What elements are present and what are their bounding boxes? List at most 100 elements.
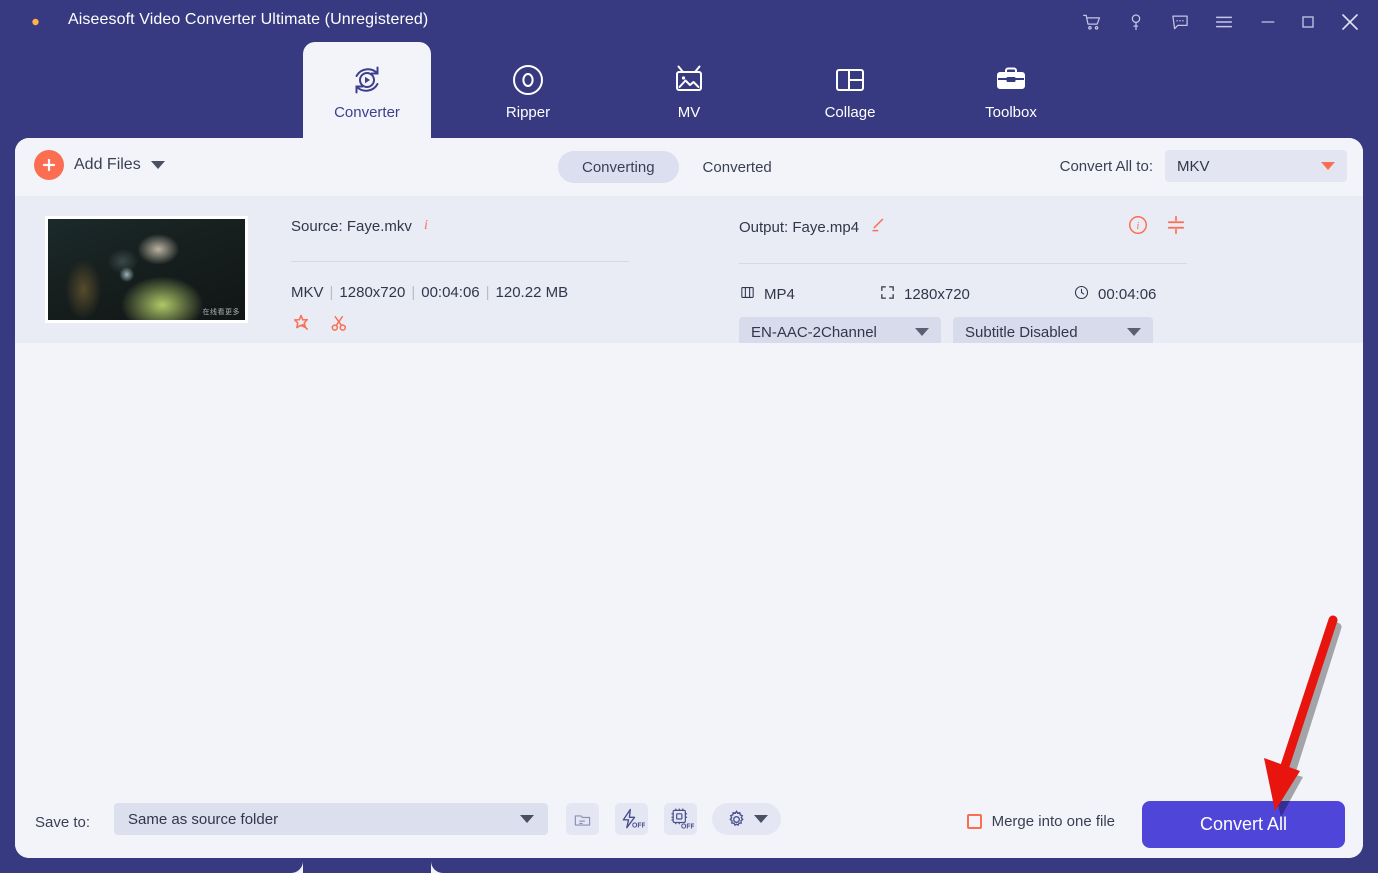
source-filesize: 120.22 MB: [495, 284, 569, 301]
close-icon[interactable]: [1336, 8, 1364, 36]
output-duration: 00:04:06: [1098, 285, 1157, 303]
minimize-icon[interactable]: [1254, 8, 1282, 36]
main-nav: Converter Ripper MV Collage Toolbox: [0, 42, 1378, 138]
hardware-acceleration-button[interactable]: OFF: [615, 803, 648, 835]
output-resolution: 1280x720: [904, 285, 970, 303]
source-title-row: Source: Faye.mkv i: [291, 216, 629, 236]
output-format: MP4: [764, 285, 795, 303]
toolbox-icon: [992, 58, 1030, 102]
film-icon: [739, 284, 756, 305]
tab-converted[interactable]: Converted: [679, 151, 796, 183]
source-info: Source: Faye.mkv i MKV | 1280x720 | 00:0…: [291, 216, 629, 338]
merge-into-one-file-checkbox[interactable]: Merge into one file: [966, 813, 1115, 830]
mv-icon: [670, 58, 708, 102]
comment-icon[interactable]: [1166, 8, 1194, 36]
nav-tab-label: Collage: [824, 104, 876, 121]
cart-icon[interactable]: [1078, 8, 1106, 36]
converter-toolbar: Add Files Converting Converted Convert A…: [15, 138, 1363, 196]
source-action-icons: [291, 313, 629, 338]
video-thumbnail[interactable]: 在线看更多: [45, 216, 248, 323]
window-title: Aiseesoft Video Converter Ultimate (Unre…: [68, 11, 429, 28]
save-to-value: Same as source folder: [128, 810, 279, 828]
app-window: Aiseesoft Video Converter Ultimate (Unre…: [0, 0, 1378, 873]
maximize-icon[interactable]: [1294, 8, 1322, 36]
convert-all-to-value: MKV: [1177, 157, 1210, 175]
output-duration-group: 00:04:06: [1073, 284, 1156, 305]
save-to-label: Save to:: [35, 814, 91, 831]
thumbnail-watermark: 在线看更多: [202, 309, 240, 317]
meta-separator: |: [485, 284, 490, 301]
source-filename: Source: Faye.mkv: [291, 217, 412, 235]
plus-icon: [34, 150, 64, 180]
bottom-bar: Save to: Same as source folder OFF OFF M…: [15, 791, 1363, 858]
svg-text:i: i: [424, 218, 428, 232]
output-resolution-group: 1280x720: [879, 284, 970, 305]
convert-all-to-label: Convert All to:: [1059, 157, 1153, 175]
source-metadata: MKV | 1280x720 | 00:04:06 | 120.22 MB: [291, 284, 629, 301]
meta-separator: |: [329, 284, 334, 301]
meta-separator: |: [411, 284, 416, 301]
nav-tab-converter[interactable]: Converter: [303, 42, 431, 138]
output-format-group: MP4: [739, 284, 795, 305]
chevron-down-icon: [753, 815, 768, 823]
chevron-down-icon: [1321, 162, 1335, 170]
collage-icon: [831, 58, 869, 102]
chevron-down-icon[interactable]: [520, 815, 534, 823]
add-files-button[interactable]: Add Files: [34, 150, 165, 180]
cut-icon[interactable]: [329, 313, 349, 338]
menu-icon[interactable]: [1210, 8, 1238, 36]
convert-all-button-label: Convert All: [1199, 814, 1288, 834]
hw-accel-state: OFF: [632, 823, 645, 830]
nav-tab-label: Ripper: [505, 104, 551, 121]
thumbnail-frame: [48, 219, 245, 320]
status-tabs: Converting Converted: [558, 151, 796, 183]
source-resolution: 1280x720: [339, 284, 406, 301]
nav-tab-label: Toolbox: [985, 104, 1037, 121]
checkbox-box: [966, 814, 982, 829]
convert-all-to-select[interactable]: MKV: [1165, 150, 1347, 182]
magic-edit-icon[interactable]: [291, 313, 311, 338]
gpu-accel-state: OFF: [681, 824, 694, 831]
output-settings-icon[interactable]: [1165, 214, 1187, 240]
output-metadata: MP4 1280x720 00:04:06: [739, 284, 1187, 304]
file-list-row[interactable]: 在线看更多 Source: Faye.mkv i MKV | 1280x720: [15, 196, 1363, 494]
nav-tab-ripper[interactable]: Ripper: [464, 42, 592, 138]
merge-label: Merge into one file: [991, 813, 1115, 830]
nav-tab-label: MV: [677, 104, 701, 121]
converter-icon: [347, 58, 387, 102]
chevron-down-icon: [915, 328, 929, 336]
add-files-label: Add Files: [74, 156, 141, 173]
svg-text:i: i: [1136, 221, 1139, 232]
ripper-icon: [509, 58, 547, 102]
file-list-empty-area: [15, 343, 1363, 791]
content-panel: Add Files Converting Converted Convert A…: [15, 138, 1363, 858]
output-title-row: Output: Faye.mp4 i: [739, 214, 1187, 240]
divider: [739, 263, 1187, 264]
output-info-icon[interactable]: i: [1127, 214, 1149, 240]
chevron-down-icon[interactable]: [150, 161, 165, 169]
key-icon[interactable]: [1122, 8, 1150, 36]
preferences-button[interactable]: [712, 803, 781, 835]
info-icon[interactable]: i: [422, 216, 434, 236]
tab-converting[interactable]: Converting: [558, 151, 679, 183]
edit-pencil-icon[interactable]: [869, 216, 887, 238]
nav-tab-label: Converter: [334, 104, 400, 121]
gear-icon: [728, 809, 744, 826]
expand-icon: [879, 284, 896, 305]
title-bar: Aiseesoft Video Converter Ultimate (Unre…: [0, 0, 1378, 42]
nav-tab-collage[interactable]: Collage: [786, 42, 914, 138]
clock-icon: [1073, 284, 1090, 305]
nav-tab-mv[interactable]: MV: [625, 42, 753, 138]
app-logo-icon: [22, 6, 54, 38]
convert-all-button[interactable]: Convert All: [1142, 801, 1345, 848]
nav-tab-toolbox[interactable]: Toolbox: [947, 42, 1075, 138]
browse-folder-button[interactable]: [566, 803, 599, 835]
output-filename: Output: Faye.mp4: [739, 218, 860, 236]
output-info: Output: Faye.mp4 i MP4 1280x720 00:04:06…: [739, 214, 1187, 347]
audio-track-value: EN-AAC-2Channel: [751, 323, 877, 341]
save-to-input[interactable]: Same as source folder: [114, 803, 548, 835]
subtitle-track-value: Subtitle Disabled: [965, 323, 1078, 341]
convert-all-to-group: Convert All to: MKV: [1060, 150, 1347, 182]
chevron-down-icon: [1127, 328, 1141, 336]
gpu-acceleration-button[interactable]: OFF: [664, 803, 697, 835]
